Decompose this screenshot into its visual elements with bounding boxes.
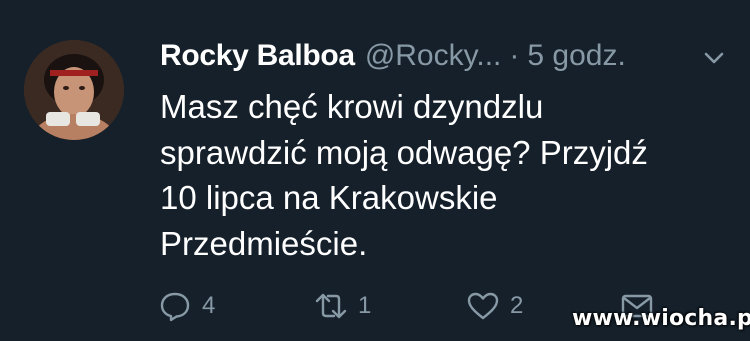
- display-name[interactable]: Rocky Balboa: [160, 36, 355, 76]
- reply-button[interactable]: 4: [158, 288, 215, 324]
- speech-bubble-icon: [160, 292, 190, 322]
- tweet-text-line: Przedmieście.: [160, 224, 368, 262]
- retweet-icon: [315, 293, 347, 319]
- like-count: 2: [510, 292, 524, 319]
- tweet-text: Masz chęć krowi dzyndzlu sprawdzić moją …: [160, 84, 720, 266]
- separator: ·: [509, 39, 520, 72]
- tweet-text-line: 10 lipca na Krakowskie: [160, 179, 498, 216]
- tweet-text-line: Masz chęć krowi dzyndzlu: [160, 88, 544, 125]
- avatar[interactable]: [24, 40, 124, 140]
- avatar-image: [24, 40, 124, 140]
- watermark: www.wiocha.pl: [572, 306, 750, 331]
- heart-icon: [467, 292, 499, 320]
- user-handle[interactable]: @Rocky...: [365, 36, 502, 76]
- retweet-count: 1: [358, 292, 372, 319]
- tweet[interactable]: Rocky Balboa @Rocky... · 5 godz. Masz ch…: [0, 0, 750, 341]
- retweet-button[interactable]: 1: [314, 288, 371, 324]
- timestamp[interactable]: 5 godz.: [527, 36, 625, 76]
- reply-count: 4: [202, 292, 216, 319]
- tweet-header: Rocky Balboa @Rocky... · 5 godz.: [160, 36, 626, 76]
- chevron-down-icon[interactable]: [700, 48, 728, 68]
- like-button[interactable]: 2: [466, 288, 523, 324]
- tweet-text-line: sprawdzić moją odwagę? Przyjdź: [160, 133, 648, 171]
